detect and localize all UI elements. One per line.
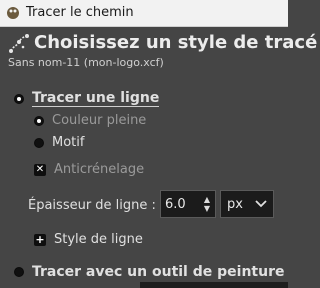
solid-color-radio[interactable]: Couleur pleine (34, 113, 146, 128)
line-width-input[interactable] (161, 193, 201, 215)
checkbox-checked-icon[interactable]: ✕ (34, 163, 46, 176)
unit-select[interactable]: px (220, 190, 274, 218)
line-width-row: Épaisseur de ligne : (28, 192, 156, 218)
stroke-line-label: Tracer une ligne (32, 90, 160, 107)
paint-tool-select-edge (140, 282, 288, 288)
unit-value: px (227, 196, 243, 212)
chevron-down-icon[interactable] (255, 198, 267, 211)
dialog-title: Choisissez un style de tracé (34, 32, 318, 53)
paint-tool-label: Tracer avec un outil de peinture (32, 264, 285, 280)
increment-icon[interactable]: ▲ (204, 195, 210, 204)
spin-arrows[interactable]: ▲ ▼ (201, 195, 213, 213)
line-style-label: Style de ligne (54, 232, 143, 247)
paint-tool-radio[interactable]: Tracer avec un outil de peinture (14, 264, 284, 280)
gimp-app-icon (6, 6, 20, 20)
radio-indicator[interactable] (34, 115, 44, 126)
line-width-label: Épaisseur de ligne : (28, 197, 156, 213)
antialiasing-checkbox[interactable]: ✕ Anticrénelage (34, 162, 144, 177)
radio-indicator[interactable] (14, 267, 24, 277)
radio-indicator[interactable] (14, 93, 24, 104)
pattern-label: Motif (52, 135, 85, 150)
window-title: Tracer le chemin (26, 5, 134, 20)
decrement-icon[interactable]: ▼ (204, 204, 210, 213)
window-titlebar: Tracer le chemin (0, 0, 288, 27)
radio-indicator[interactable] (34, 137, 44, 148)
pattern-radio[interactable]: Motif (34, 135, 84, 150)
line-width-spinbox[interactable]: ▲ ▼ (160, 190, 216, 218)
image-name: Sans nom-11 (mon-logo.xcf) (8, 56, 164, 69)
solid-color-label: Couleur pleine (52, 113, 147, 128)
stroke-line-radio[interactable]: Tracer une ligne (14, 90, 160, 107)
expand-plus-icon[interactable]: + (34, 233, 46, 246)
path-stroke-icon (8, 33, 30, 55)
antialiasing-label: Anticrénelage (54, 162, 145, 177)
line-style-expander[interactable]: + Style de ligne (34, 232, 143, 247)
